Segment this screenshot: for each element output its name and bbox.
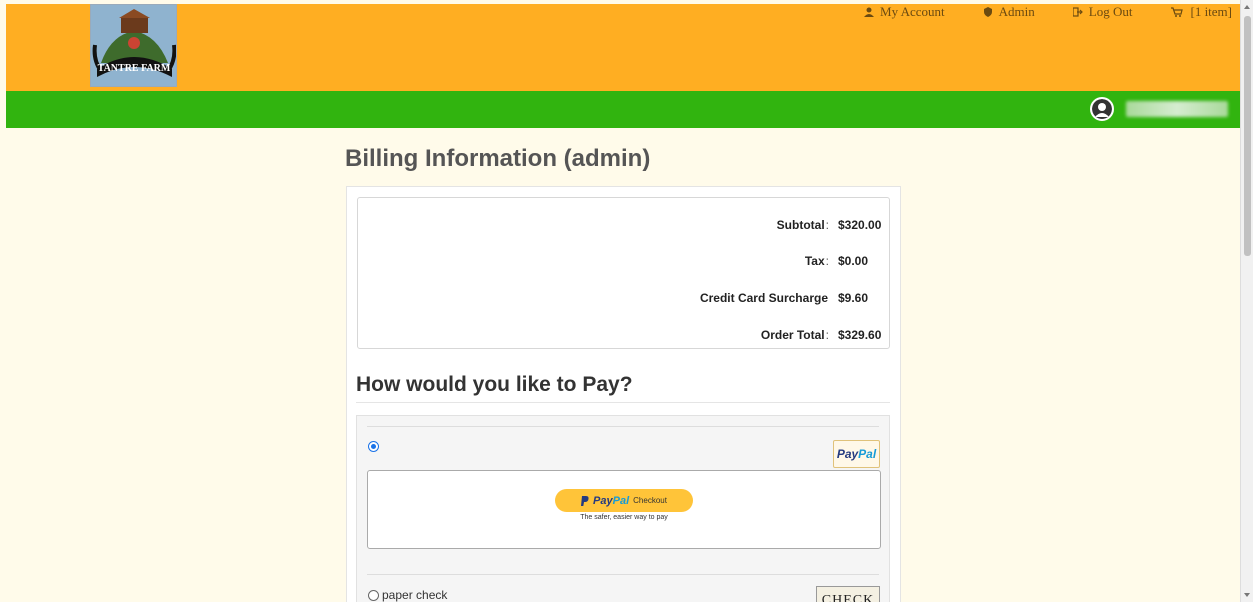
cart-label: [1 item] bbox=[1190, 4, 1232, 19]
page-scrollbar[interactable] bbox=[1240, 0, 1253, 602]
log-out-icon bbox=[1072, 7, 1083, 17]
scroll-thumb[interactable] bbox=[1244, 16, 1251, 256]
paypal-badge-pay: Pay bbox=[836, 447, 859, 461]
admin-link[interactable]: Admin bbox=[945, 4, 1035, 20]
site-header: TANTRE FARM My Account Admin Log Out [1 … bbox=[6, 4, 1240, 91]
user-icon bbox=[864, 7, 875, 17]
paper-check-radio[interactable] bbox=[368, 589, 379, 601]
logo-text: TANTRE FARM bbox=[98, 63, 171, 74]
order-total-label: Order Total bbox=[760, 328, 825, 342]
subtotal-label: Subtotal bbox=[776, 218, 825, 232]
paypal-checkout-text: Checkout bbox=[633, 496, 667, 505]
paper-check-option[interactable]: paper check bbox=[368, 588, 447, 602]
shield-icon bbox=[983, 7, 992, 17]
page-title: Billing Information (admin) bbox=[345, 145, 651, 172]
tantre-farm-logo[interactable]: TANTRE FARM bbox=[90, 4, 177, 87]
surcharge-label: Credit Card Surcharge bbox=[699, 291, 828, 305]
paypal-button-pal: Pal bbox=[612, 494, 630, 507]
paypal-checkout-button[interactable]: PayPal Checkout bbox=[555, 489, 693, 512]
my-account-label: My Account bbox=[880, 4, 945, 19]
surcharge-row: Credit Card Surcharge $9.60 bbox=[700, 291, 889, 305]
avatar-silhouette-icon bbox=[1092, 99, 1112, 119]
paypal-tagline: The safer, easier way to pay bbox=[580, 514, 668, 521]
farm-logo-icon: TANTRE FARM bbox=[91, 5, 176, 86]
user-bar bbox=[6, 91, 1240, 128]
option-divider bbox=[367, 426, 879, 427]
heading-divider bbox=[356, 402, 890, 403]
user-avatar-icon[interactable] bbox=[1090, 97, 1114, 121]
scroll-up-arrow-icon[interactable] bbox=[1244, 5, 1250, 9]
paypal-badge-pal: Pal bbox=[858, 447, 877, 461]
paypal-p-icon bbox=[581, 495, 589, 506]
scroll-down-arrow-icon[interactable] bbox=[1244, 593, 1250, 597]
subtotal-value: $320.00 bbox=[838, 218, 882, 232]
billing-panel: Subtotal: $320.00 Tax: $0.00 Credit Card… bbox=[346, 186, 901, 602]
paypal-checkout-frame: PayPal Checkout The safer, easier way to… bbox=[367, 470, 881, 549]
user-name-blurred[interactable] bbox=[1126, 101, 1228, 117]
paper-check-label: paper check bbox=[382, 588, 448, 602]
admin-label: Admin bbox=[998, 4, 1035, 19]
paypal-radio[interactable] bbox=[368, 441, 379, 452]
tax-value: $0.00 bbox=[838, 254, 869, 268]
surcharge-value: $9.60 bbox=[838, 291, 869, 305]
order-totals: Subtotal: $320.00 Tax: $0.00 Credit Card… bbox=[357, 197, 890, 349]
my-account-link[interactable]: My Account bbox=[826, 4, 945, 20]
log-out-link[interactable]: Log Out bbox=[1035, 4, 1133, 20]
check-badge-icon: CHECK bbox=[816, 586, 880, 602]
account-nav: My Account Admin Log Out [1 item] bbox=[826, 4, 1232, 20]
cart-link[interactable]: [1 item] bbox=[1132, 4, 1232, 20]
paypal-badge-icon: Pay Pal bbox=[833, 440, 880, 468]
payment-heading: How would you like to Pay? bbox=[356, 373, 633, 396]
log-out-label: Log Out bbox=[1088, 4, 1133, 19]
subtotal-row: Subtotal: $320.00 bbox=[777, 218, 889, 232]
tax-label: Tax bbox=[804, 254, 825, 268]
option-divider bbox=[367, 574, 879, 575]
tax-row: Tax: $0.00 bbox=[805, 254, 889, 268]
paypal-button-pay: Pay bbox=[593, 494, 613, 507]
order-total-row: Order Total: $329.60 bbox=[761, 328, 889, 342]
order-total-value: $329.60 bbox=[838, 328, 882, 342]
cart-icon bbox=[1171, 7, 1184, 17]
payment-options: Pay Pal PayPal Checkout The safer, easier… bbox=[356, 415, 890, 602]
